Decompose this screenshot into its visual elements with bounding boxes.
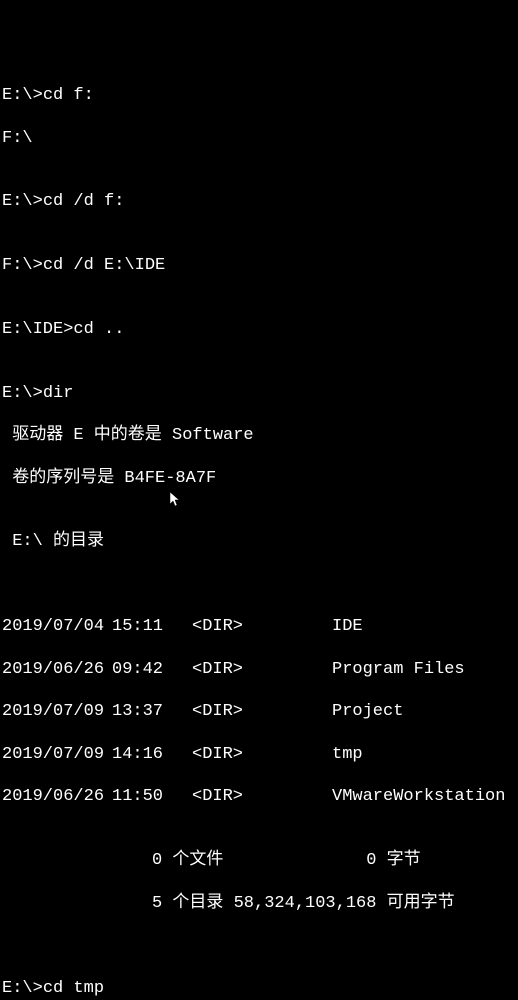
output-line: E:\ 的目录 xyxy=(2,531,516,552)
cmd-line[interactable]: E:\>cd /d f: xyxy=(2,191,516,212)
command: cd /d E:\IDE xyxy=(43,255,165,276)
dir-entry-row: 2019/06/26 09:42 <DIR> Program Files xyxy=(2,659,516,680)
cmd-line[interactable]: F:\>cd /d E:\IDE xyxy=(2,255,516,276)
dir-type: <DIR> xyxy=(192,744,332,765)
dir-time: 15:11 xyxy=(112,616,192,637)
dir-type: <DIR> xyxy=(192,701,332,722)
cmd-line[interactable]: E:\>dir xyxy=(2,383,516,404)
cmd-line[interactable]: E:\>cd tmp xyxy=(2,978,516,999)
dir-summary-bytes: 5 个目录 58,324,103,168 可用字节 xyxy=(2,893,516,914)
dir-entry-row: 2019/06/26 11:50 <DIR> VMwareWorkstation xyxy=(2,786,516,807)
prompt: E:\IDE> xyxy=(2,319,73,340)
prompt: E:\> xyxy=(2,191,43,212)
command: cd f: xyxy=(43,85,94,106)
mouse-cursor-icon xyxy=(170,492,182,508)
prompt: E:\> xyxy=(2,978,43,999)
dir-name: VMwareWorkstation xyxy=(332,786,516,807)
dir-type: <DIR> xyxy=(192,616,332,637)
dir-entry-row: 2019/07/09 14:16 <DIR> tmp xyxy=(2,744,516,765)
dir-time: 13:37 xyxy=(112,701,192,722)
output-line: F:\ xyxy=(2,128,516,149)
dir-name: tmp xyxy=(332,744,516,765)
command: dir xyxy=(43,383,74,404)
prompt: E:\> xyxy=(2,85,43,106)
cmd-line[interactable]: E:\IDE>cd .. xyxy=(2,319,516,340)
dir-type: <DIR> xyxy=(192,659,332,680)
dir-date: 2019/07/04 xyxy=(2,616,112,637)
dir-name: IDE xyxy=(332,616,516,637)
command: cd /d f: xyxy=(43,191,125,212)
dir-entry-row: 2019/07/09 13:37 <DIR> Project xyxy=(2,701,516,722)
dir-summary-files: 0 个文件 0 字节 xyxy=(2,850,516,871)
output-line: 驱动器 E 中的卷是 Software xyxy=(2,425,516,446)
dir-time: 09:42 xyxy=(112,659,192,680)
dir-date: 2019/06/26 xyxy=(2,659,112,680)
prompt: F:\> xyxy=(2,255,43,276)
output-line: 卷的序列号是 B4FE-8A7F xyxy=(2,468,516,489)
dir-date: 2019/07/09 xyxy=(2,744,112,765)
prompt: E:\> xyxy=(2,383,43,404)
dir-entry-row: 2019/07/04 15:11 <DIR> IDE xyxy=(2,616,516,637)
dir-time: 14:16 xyxy=(112,744,192,765)
dir-name: Program Files xyxy=(332,659,516,680)
dir-time: 11:50 xyxy=(112,786,192,807)
command: cd .. xyxy=(73,319,124,340)
dir-date: 2019/07/09 xyxy=(2,701,112,722)
dir-date: 2019/06/26 xyxy=(2,786,112,807)
cmd-line[interactable]: E:\>cd f: xyxy=(2,85,516,106)
dir-name: Project xyxy=(332,701,516,722)
command: cd tmp xyxy=(43,978,104,999)
dir-type: <DIR> xyxy=(192,786,332,807)
